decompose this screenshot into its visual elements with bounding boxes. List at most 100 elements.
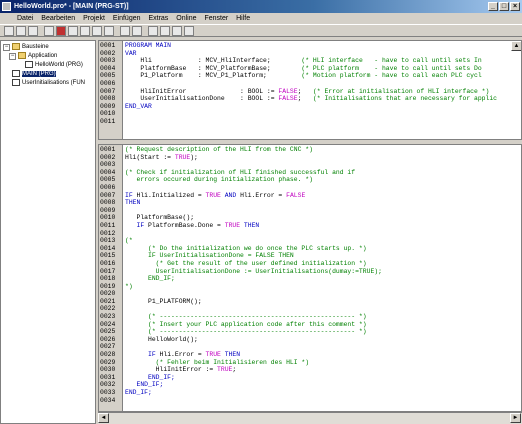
run-icon[interactable]: [68, 26, 78, 36]
code-line[interactable]: PlatformBase();: [125, 214, 382, 222]
menu-fenster[interactable]: Fenster: [201, 13, 231, 24]
code-token: (* PLC platform - have to call until set…: [301, 64, 482, 72]
code-line[interactable]: Hli : MCV_HliInterface; (* HLI interface…: [125, 57, 497, 65]
code-line[interactable]: (*: [125, 237, 382, 245]
code-token: P1_Platform : MCV_P1_Platform;: [125, 72, 302, 80]
menu-datei[interactable]: Datei: [14, 13, 36, 24]
code-token: *): [125, 282, 133, 290]
body-code[interactable]: (* Request description of the HLI from t…: [125, 146, 382, 404]
login-icon[interactable]: [44, 26, 54, 36]
menu-einfuegen[interactable]: Einfügen: [110, 13, 144, 24]
find-icon[interactable]: [120, 26, 130, 36]
code-token: ;: [297, 87, 313, 95]
close-icon[interactable]: ×: [510, 2, 520, 11]
code-line[interactable]: HliInitError := TRUE;: [125, 366, 382, 374]
code-token: TRUE: [217, 366, 233, 374]
app-icon: [2, 2, 11, 11]
code-token: FALSE: [278, 95, 298, 103]
code-line[interactable]: [125, 290, 382, 298]
menu-extras[interactable]: Extras: [145, 13, 171, 24]
tree-root-bausteine[interactable]: Bausteine: [12, 43, 49, 51]
delete-icon[interactable]: [184, 26, 194, 36]
scroll-up-icon[interactable]: ▲: [511, 41, 521, 51]
code-line[interactable]: (* Insert your PLC application code afte…: [125, 321, 382, 329]
code-line[interactable]: PROGRAM MAIN: [125, 42, 497, 50]
code-line[interactable]: (* Get the result of the user defined in…: [125, 260, 382, 268]
code-line[interactable]: P1_Platform : MCV_P1_Platform; (* Motion…: [125, 72, 497, 80]
code-line[interactable]: VAR: [125, 50, 497, 58]
scroll-left-icon[interactable]: ◄: [98, 413, 109, 423]
code-line[interactable]: THEN: [125, 199, 382, 207]
cut-icon[interactable]: [148, 26, 158, 36]
code-line[interactable]: [125, 397, 382, 405]
code-line[interactable]: [125, 207, 382, 215]
code-line[interactable]: errors occured during initialization pha…: [125, 176, 382, 184]
step-over-icon[interactable]: [80, 26, 90, 36]
code-line[interactable]: [125, 80, 497, 88]
code-token: THEN: [220, 351, 241, 359]
code-line[interactable]: HliInitError : BOOL := FALSE; (* Error a…: [125, 88, 497, 96]
code-line[interactable]: UserInitialisationDone := UserInitialisa…: [125, 268, 382, 276]
declaration-code[interactable]: PROGRAM MAIN VAR Hli : MCV_HliInterface; …: [125, 42, 497, 126]
code-line[interactable]: [125, 305, 382, 313]
code-line[interactable]: [125, 343, 382, 351]
find-next-icon[interactable]: [132, 26, 142, 36]
tree-item-userinitialisations[interactable]: UserInitialisations (FUN: [12, 79, 85, 87]
tree-item-main[interactable]: MAIN (PRG): [12, 70, 56, 78]
code-line[interactable]: IF UserInitialisationDone = FALSE THEN: [125, 252, 382, 260]
code-line[interactable]: (* Fehler beim Initialisieren des HLI *): [125, 359, 382, 367]
collapse-icon[interactable]: −: [3, 44, 10, 51]
collapse-icon[interactable]: −: [9, 53, 16, 60]
code-line[interactable]: P1_PLATFORM();: [125, 298, 382, 306]
code-line[interactable]: [125, 110, 497, 118]
code-line[interactable]: UserInitialisationDone : BOOL := FALSE; …: [125, 95, 497, 103]
breakpoint-icon[interactable]: [104, 26, 114, 36]
code-token: IF UserInitialisationDone = FALSE THEN: [125, 252, 294, 260]
menu-projekt[interactable]: Projekt: [80, 13, 108, 24]
code-token: END_IF;: [125, 381, 164, 389]
code-editor[interactable]: 0001 0002 0003 0004 0005 0006 0007 0008 …: [98, 144, 522, 412]
code-line[interactable]: IF Hli.Initialized = TRUE AND Hli.Error …: [125, 192, 382, 200]
code-line[interactable]: [125, 184, 382, 192]
code-line[interactable]: END_IF;: [125, 389, 382, 397]
code-line[interactable]: PlatformBase : MCV_PlatformBase; (* PLC …: [125, 65, 497, 73]
declaration-editor[interactable]: 0001 0002 0003 0004 0005 0006 0007 0008 …: [98, 40, 522, 140]
code-token: END_VAR: [125, 102, 152, 110]
code-token: ;: [232, 366, 237, 374]
maximize-icon[interactable]: □: [499, 2, 509, 11]
open-folder-icon[interactable]: [16, 26, 26, 36]
menu-online[interactable]: Online: [173, 13, 199, 24]
code-line[interactable]: [125, 161, 382, 169]
step-in-icon[interactable]: [92, 26, 102, 36]
paste-icon[interactable]: [172, 26, 182, 36]
tree-item-helloworld[interactable]: HelloWorld (PRG): [25, 61, 83, 69]
code-line[interactable]: (* -------------------------------------…: [125, 328, 382, 336]
code-line[interactable]: (* -------------------------------------…: [125, 313, 382, 321]
code-line[interactable]: HelloWorld();: [125, 336, 382, 344]
code-line[interactable]: Hli(Start := TRUE);: [125, 154, 382, 162]
code-line[interactable]: IF Hli.Error = TRUE THEN: [125, 351, 382, 359]
code-line[interactable]: (* Do the initialization we do once the …: [125, 245, 382, 253]
code-line[interactable]: END_VAR: [125, 103, 497, 111]
code-line[interactable]: (* Check if initialization of HLI finish…: [125, 169, 382, 177]
code-token: (* Error at initialisation of HLI interf…: [312, 87, 490, 95]
copy-icon[interactable]: [160, 26, 170, 36]
code-line[interactable]: IF PlatformBase.Done = TRUE THEN: [125, 222, 382, 230]
minimize-icon[interactable]: _: [488, 2, 498, 11]
title-bar[interactable]: HelloWorld.pro* - [MAIN (PRG-ST)] _ □ ×: [0, 0, 522, 13]
save-icon[interactable]: [28, 26, 38, 36]
horizontal-scrollbar[interactable]: ◄ ►: [98, 412, 522, 424]
code-line[interactable]: (* Request description of the HLI from t…: [125, 146, 382, 154]
menu-bearbeiten[interactable]: Bearbeiten: [38, 13, 78, 24]
stop-icon[interactable]: [56, 26, 66, 36]
code-line[interactable]: END_IF;: [125, 381, 382, 389]
new-file-icon[interactable]: [4, 26, 14, 36]
code-line[interactable]: END_IF;: [125, 275, 382, 283]
code-line[interactable]: [125, 118, 497, 126]
scroll-right-icon[interactable]: ►: [510, 413, 521, 423]
code-line[interactable]: *): [125, 283, 382, 291]
code-line[interactable]: END_IF;: [125, 374, 382, 382]
tree-folder-application[interactable]: Application: [18, 52, 57, 60]
code-line[interactable]: [125, 230, 382, 238]
menu-hilfe[interactable]: Hilfe: [233, 13, 253, 24]
